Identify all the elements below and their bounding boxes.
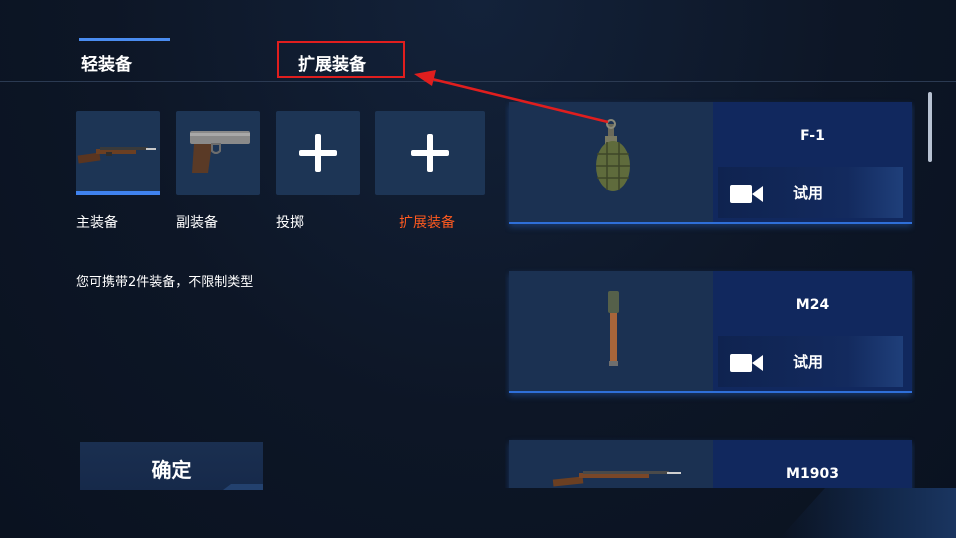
slot-secondary[interactable] (176, 111, 260, 195)
card-info-panel: M1903 (713, 440, 912, 488)
rifle-icon (77, 147, 156, 164)
annotation-highlight-box (277, 41, 405, 78)
confirm-label: 确定 (151, 458, 192, 482)
slot-primary[interactable] (76, 111, 160, 195)
item-name: M24 (795, 297, 830, 313)
rifle-icon (552, 471, 681, 487)
equipment-card[interactable]: M1903 (509, 440, 912, 488)
item-name: F-1 (800, 128, 825, 144)
active-tab-underline (79, 38, 170, 41)
slot-label-secondary: 副装备 (176, 215, 218, 231)
card-info-panel: M24 试用 (713, 271, 912, 391)
equipment-card[interactable]: M24 试用 (509, 271, 912, 393)
grenade-icon (596, 119, 630, 191)
pistol-icon (190, 131, 250, 173)
plus-icon (411, 134, 449, 172)
button-corner-decoration (223, 484, 263, 490)
confirm-button[interactable]: 确定 (80, 442, 263, 490)
slot-label-primary: 主装备 (76, 215, 118, 231)
slot-throwable[interactable] (276, 111, 360, 195)
card-image (509, 102, 713, 222)
video-camera-icon (730, 354, 763, 372)
video-camera-icon (730, 185, 763, 203)
trial-label: 试用 (793, 353, 824, 371)
trial-button[interactable]: 试用 (718, 336, 903, 387)
card-image (509, 271, 713, 391)
slot-label-throwable: 投掷 (276, 215, 304, 231)
card-info-panel: F-1 试用 (713, 102, 912, 222)
item-name: M1903 (786, 466, 839, 482)
equipment-card[interactable]: F-1 试用 (509, 102, 912, 224)
slot-extended[interactable] (375, 111, 485, 195)
plus-icon (299, 134, 337, 172)
equipment-list[interactable]: F-1 试用 M24 试用 M1903 (505, 95, 915, 488)
card-image (509, 440, 713, 488)
trial-label: 试用 (793, 184, 824, 202)
slot-label-extended: 扩展装备 (399, 215, 455, 231)
slot-selected-bar (76, 191, 160, 195)
stick-grenade-icon (608, 291, 619, 366)
scrollbar[interactable] (928, 92, 932, 162)
top-tab-bar: 轻装备 扩展装备 (0, 40, 956, 82)
carry-info-text: 您可携带2件装备，不限制类型 (76, 275, 254, 290)
tab-light-equipment[interactable]: 轻装备 (81, 50, 132, 75)
trial-button[interactable]: 试用 (718, 167, 903, 218)
